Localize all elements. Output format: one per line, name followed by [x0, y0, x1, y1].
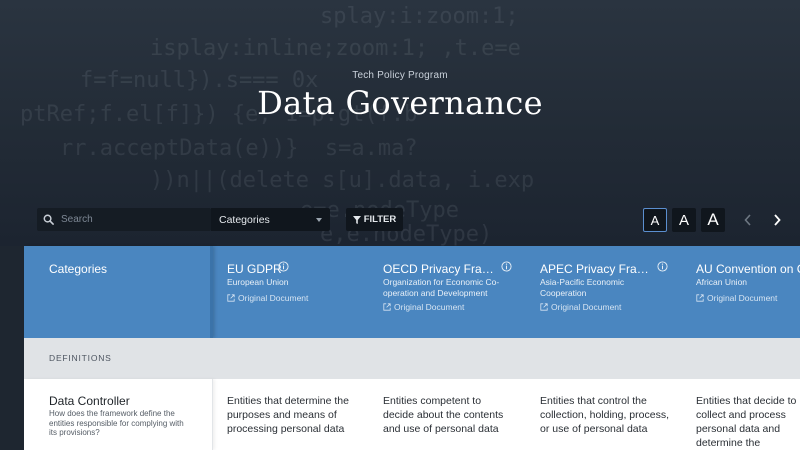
- chevron-left-icon: [744, 214, 751, 226]
- column-subtitle: European Union: [227, 277, 289, 287]
- external-link-icon: [227, 294, 235, 302]
- font-size-medium-button[interactable]: A: [672, 208, 696, 232]
- code-line: splay:i:zoom:1;: [320, 4, 519, 29]
- categories-header: Categories: [24, 246, 213, 338]
- funnel-icon: [352, 215, 361, 224]
- table-cell: Entities competent to decide about the c…: [383, 395, 504, 435]
- external-link-icon: [696, 294, 704, 302]
- column-header-eu-gdpr: EU GDPR European Union Original Document: [227, 246, 383, 338]
- search-icon: [43, 214, 59, 225]
- column-header-apec: APEC Privacy Framework Asia-Pacific Econ…: [540, 246, 696, 338]
- original-document-link-label: Original Document: [551, 302, 622, 312]
- table-cell: Entities that control the collection, ho…: [540, 395, 669, 435]
- search-input[interactable]: [61, 214, 201, 225]
- framework-header-row: Categories EU GDPR European Union Origin…: [24, 246, 800, 338]
- scroll-left-button[interactable]: [737, 208, 759, 232]
- code-line: isplay:inline;zoom:1; ,t.e=e: [150, 36, 521, 61]
- column-header-au-convention: AU Convention on Cyber Security African …: [696, 246, 800, 338]
- info-icon[interactable]: [278, 261, 289, 272]
- column-header-oecd: OECD Privacy Framework Organization for …: [383, 246, 539, 338]
- column-title: AU Convention on Cyber Security: [696, 262, 800, 276]
- original-document-link[interactable]: Original Document: [540, 302, 621, 312]
- table-row: Data Controller How does the framework d…: [24, 379, 800, 450]
- table-cell: Entities that determine the purposes and…: [227, 395, 349, 435]
- row-category-cell: Data Controller How does the framework d…: [24, 379, 213, 450]
- column-title: EU GDPR: [227, 262, 282, 276]
- column-title: APEC Privacy Framework: [540, 262, 653, 276]
- original-document-link-label: Original Document: [707, 293, 778, 303]
- hero-banner: splay:i:zoom:1; isplay:inline;zoom:1; ,t…: [0, 0, 800, 246]
- table-cell: Entities that decide to collect and proc…: [696, 395, 797, 449]
- section-header-definitions: DEFINITIONS: [24, 338, 800, 379]
- search-box[interactable]: [37, 208, 211, 231]
- program-eyebrow: Tech Policy Program: [352, 70, 448, 81]
- info-icon[interactable]: [657, 261, 668, 272]
- row-category-title: Data Controller: [49, 394, 130, 408]
- filter-button[interactable]: FILTER: [346, 208, 403, 231]
- filter-button-label: FILTER: [363, 214, 397, 225]
- code-line: ))n||(delete s[u].data, i.exp: [150, 168, 535, 193]
- chevron-right-icon: [774, 214, 781, 226]
- original-document-link[interactable]: Original Document: [227, 293, 308, 303]
- external-link-icon: [540, 303, 548, 311]
- font-size-small-button[interactable]: A: [643, 208, 667, 232]
- column-subtitle: Asia-Pacific Economic Cooperation: [540, 277, 625, 298]
- info-icon[interactable]: [501, 261, 512, 272]
- font-size-large-button[interactable]: A: [701, 208, 725, 232]
- categories-header-label: Categories: [49, 262, 108, 276]
- categories-dropdown[interactable]: Categories: [211, 208, 330, 231]
- original-document-link[interactable]: Original Document: [696, 293, 777, 303]
- section-label: DEFINITIONS: [49, 353, 112, 363]
- original-document-link-label: Original Document: [238, 293, 309, 303]
- caret-down-icon: [316, 217, 322, 222]
- scroll-right-button[interactable]: [766, 208, 788, 232]
- column-subtitle: African Union: [696, 277, 748, 287]
- column-subtitle: Organization for Economic Co-operation a…: [383, 277, 500, 298]
- row-category-question: How does the framework define the entiti…: [49, 409, 184, 437]
- code-line: rr.acceptData(e))} s=a.ma?: [60, 136, 418, 161]
- page-title: Data Governance: [257, 84, 543, 122]
- original-document-link[interactable]: Original Document: [383, 302, 464, 312]
- categories-dropdown-label: Categories: [219, 213, 270, 226]
- external-link-icon: [383, 303, 391, 311]
- column-title: OECD Privacy Framework: [383, 262, 496, 276]
- original-document-link-label: Original Document: [394, 302, 465, 312]
